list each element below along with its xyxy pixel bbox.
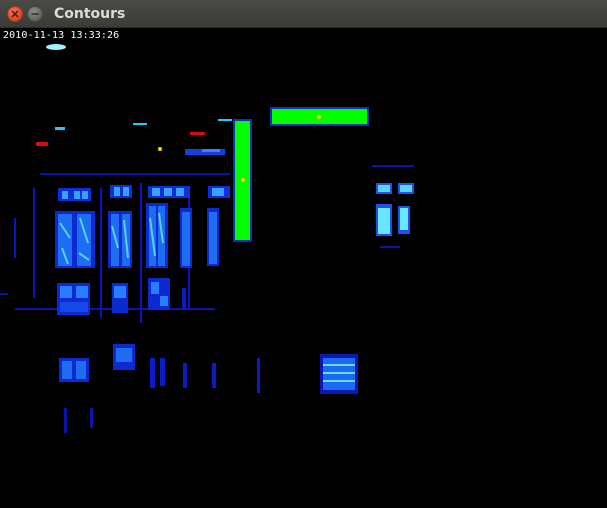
light-blob [46,44,66,50]
window-pane [376,183,414,194]
building-edge [100,188,102,318]
minimize-button[interactable] [27,6,43,22]
window-pane [207,208,219,266]
window-pane [376,204,410,236]
light-blob [202,149,220,152]
building-edge [140,183,142,323]
building-edge [150,358,155,388]
window-pane [58,188,91,201]
close-icon [11,10,19,18]
window-pane [208,186,230,198]
building-edge [380,246,400,248]
building-edge [372,165,414,167]
light-blob [158,147,162,151]
window-title: Contours [54,6,126,22]
contour-horizontal [270,107,369,126]
close-button[interactable] [7,6,23,22]
building-edge [90,408,93,428]
centroid-marker [241,178,245,182]
building-edge [14,218,16,258]
window-pane [57,283,90,315]
window-pane [146,203,168,268]
window-pane [148,186,190,198]
building-edge [212,363,216,388]
building-edge [33,188,35,298]
window-pane [108,211,132,268]
window-pane [113,344,135,370]
building-edge [0,293,8,295]
title-bar[interactable]: Contours [0,0,607,28]
window-pane [112,283,128,313]
video-frame: 2010-11-13 13:33:26 [0,28,607,508]
window-pane [55,211,95,268]
building-edge [257,358,260,393]
building-edge [160,358,165,386]
window-pane [59,358,89,382]
light-blob [133,123,147,125]
contour-vertical [233,119,252,242]
contour-scene [0,44,414,433]
window-pane [180,208,192,268]
window-pane [110,185,132,198]
light-blob [218,119,232,121]
timestamp-overlay: 2010-11-13 13:33:26 [3,30,120,41]
light-blob [36,142,48,146]
window-pane [148,278,170,310]
contours-window: Contours 2010-11-13 13:33:26 [0,0,607,508]
building-edge [183,363,187,388]
building-edge [64,408,67,433]
light-blob [190,132,205,135]
centroid-marker [317,115,321,119]
building-edge [40,173,230,175]
light-blob [55,127,65,130]
window-pane [320,354,358,394]
building-edge [182,288,186,310]
minimize-icon [31,13,39,15]
